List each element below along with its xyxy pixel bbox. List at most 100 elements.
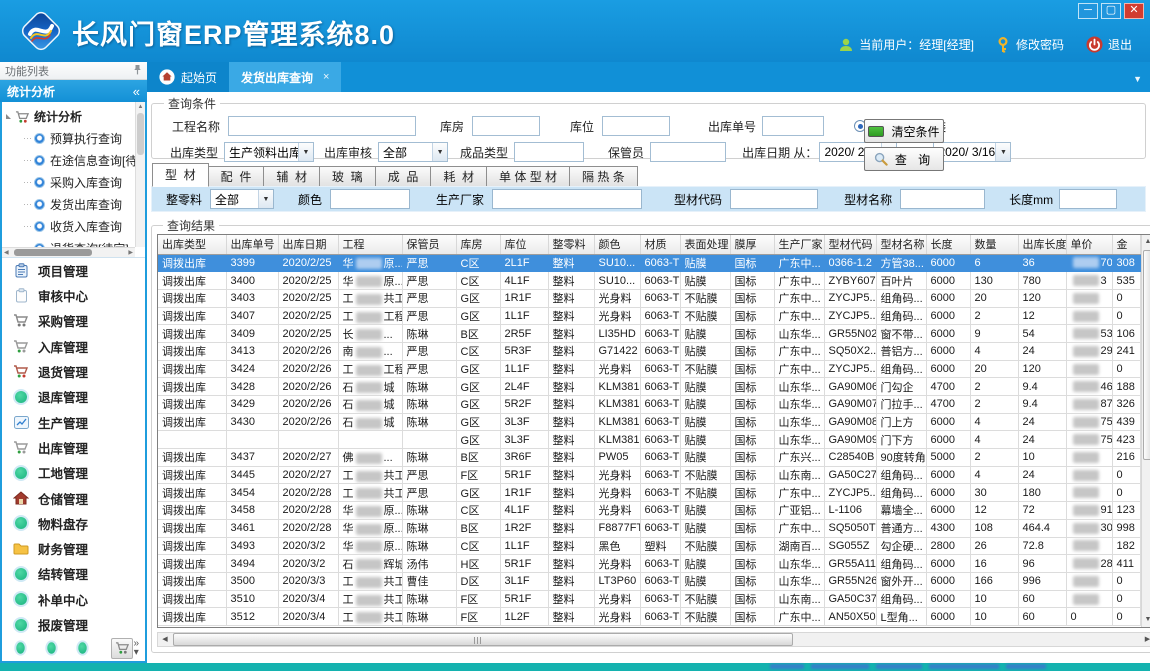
cart-quick-button[interactable] — [111, 638, 134, 659]
column-header[interactable]: 出库长度 — [1018, 235, 1066, 254]
column-header[interactable]: 颜色 — [594, 235, 640, 254]
logout[interactable]: 退出 — [1086, 36, 1132, 53]
whole-part-combo[interactable]: 全部 ▼ — [210, 189, 274, 209]
tree-item[interactable]: 发货出库查询 — [2, 193, 135, 215]
sidebar-item-报废管理[interactable]: 报废管理 — [2, 612, 145, 637]
scroll-right-icon[interactable]: ▶ — [1141, 633, 1150, 646]
column-header[interactable]: 保管员 — [402, 235, 456, 254]
table-row[interactable]: 调拨出库34302020/2/26石城陈琳G区3L3F整料KLM38176063… — [158, 413, 1140, 431]
table-row[interactable]: 调拨出库35122020/3/4工共工程陈琳F区1L2F整料光身料6063-T5… — [158, 608, 1140, 626]
column-header[interactable]: 出库日期 — [278, 235, 338, 254]
change-password[interactable]: 修改密码 — [996, 36, 1064, 53]
scroll-up-icon[interactable]: ▲ — [136, 102, 145, 112]
maximize-button[interactable]: ▢ — [1101, 3, 1121, 19]
scroll-down-icon[interactable]: ▼ — [1142, 613, 1150, 627]
material-tab-4[interactable]: 玻 璃 — [320, 166, 376, 187]
project-name-input[interactable] — [228, 116, 416, 136]
material-tab-1[interactable]: 型 材 — [152, 163, 209, 187]
column-header[interactable]: 长度 — [926, 235, 970, 254]
column-header[interactable]: 型材名称 — [876, 235, 926, 254]
tree-horizontal-scrollbar[interactable]: ◀ ▶ — [2, 247, 135, 257]
material-tab-5[interactable]: 成 品 — [376, 166, 432, 187]
table-row[interactable]: 调拨出库34452020/2/27工共工程严思F区5R1F整料光身料6063-T… — [158, 466, 1140, 484]
sidebar-item-出库管理[interactable]: 出库管理 — [2, 435, 145, 460]
grid-vscroll-thumb[interactable] — [1143, 250, 1150, 460]
column-header[interactable]: 出库类型 — [158, 235, 226, 254]
sidebar-item-工地管理[interactable]: 工地管理 — [2, 460, 145, 485]
tree-expand-icon[interactable] — [6, 114, 11, 119]
tree-vertical-scrollbar[interactable]: ▲ — [135, 102, 145, 247]
tree-item[interactable]: 预算执行查询 — [2, 127, 135, 149]
table-row[interactable]: 调拨出库34582020/2/28华原...陈琳C区4L1F整料光身料6063-… — [158, 502, 1140, 520]
table-row[interactable]: G区3L3F整料KLM38176063-T5贴膜国标山东华...GA90M09.… — [158, 431, 1140, 449]
tree-item[interactable]: 收货入库查询 — [2, 215, 135, 237]
combo-arrow-icon[interactable]: ▼ — [298, 143, 313, 161]
outbound-type-combo[interactable]: 生产领料出库 ▼ — [224, 142, 314, 162]
table-row[interactable]: 调拨出库34072020/2/25工工程严思G区1L1F整料光身料6063-T5… — [158, 307, 1140, 325]
grid-hscroll-thumb[interactable] — [173, 633, 793, 646]
tree-item[interactable]: 退货查询[待定] — [2, 237, 135, 247]
pin-icon[interactable] — [133, 64, 142, 78]
clear-conditions-button[interactable]: 清空条件 — [864, 119, 944, 143]
column-header[interactable]: 生产厂家 — [774, 235, 824, 254]
scroll-right-icon[interactable]: ▶ — [128, 248, 133, 258]
table-row[interactable]: 调拨出库34132020/2/26南...严思C区5R3F整料G71422606… — [158, 342, 1140, 360]
combo-arrow-icon[interactable]: ▼ — [432, 143, 447, 161]
column-header[interactable]: 库位 — [500, 235, 548, 254]
material-tab-2[interactable]: 配 件 — [209, 166, 265, 187]
sidebar-item-采购管理[interactable]: 采购管理 — [2, 308, 145, 333]
table-row[interactable]: 调拨出库34612020/2/28华原...陈琳B区1R2F整料F8877FT6… — [158, 519, 1140, 537]
sidebar-item-入库管理[interactable]: 入库管理 — [2, 334, 145, 359]
audit-combo[interactable]: 全部 ▼ — [378, 142, 448, 162]
scroll-left-icon[interactable]: ◀ — [4, 248, 9, 258]
sidebar-section-header[interactable]: 统计分析 « — [0, 80, 147, 102]
tab-active[interactable]: 发货出库查询 × — [229, 62, 341, 92]
grid-horizontal-scrollbar[interactable]: ◀ ▶ — [157, 632, 1150, 647]
table-row[interactable]: 调拨出库35102020/3/4工共工程陈琳F区5R1F整料光身料6063-T5… — [158, 590, 1140, 608]
table-row[interactable]: 调拨出库34932020/3/2华原...陈琳C区1L1F整料黑色塑料不贴膜国标… — [158, 537, 1140, 555]
table-row[interactable]: 调拨出库34372020/2/27佛...陈琳B区3R6F整料PW056063-… — [158, 449, 1140, 467]
sidebar-item-财务管理[interactable]: 财务管理 — [2, 536, 145, 561]
quick-dot-icon[interactable] — [16, 642, 24, 653]
tab-list-dropdown-icon[interactable]: ▼ — [1133, 74, 1142, 84]
tree-root[interactable]: 统计分析 — [2, 106, 135, 127]
tab-home[interactable]: 起始页 — [147, 62, 229, 92]
column-header[interactable]: 单价 — [1066, 235, 1112, 254]
minimize-button[interactable]: ─ — [1078, 3, 1098, 19]
table-row[interactable]: 调拨出库34242020/2/26工工程严思G区1L1F整料光身料6063-T5… — [158, 360, 1140, 378]
sidebar-item-物料盘存[interactable]: 物料盘存 — [2, 511, 145, 536]
column-header[interactable]: 型材代码 — [824, 235, 876, 254]
sidebar-item-补单中心[interactable]: 补单中心 — [2, 587, 145, 612]
column-header[interactable]: 整零料 — [548, 235, 594, 254]
scroll-left-icon[interactable]: ◀ — [158, 633, 172, 646]
column-header[interactable]: 工程 — [338, 235, 402, 254]
column-header[interactable]: 金 — [1112, 235, 1140, 254]
tree-item[interactable]: 在途信息查询[待定] — [2, 149, 135, 171]
sidebar-item-退库管理[interactable]: 退库管理 — [2, 384, 145, 409]
warehouse-input[interactable] — [472, 116, 540, 136]
sidebar-item-审核中心[interactable]: 审核中心 — [2, 283, 145, 308]
profile-code-input[interactable] — [730, 189, 818, 209]
table-row[interactable]: 调拨出库34032020/2/25工共工程严思G区1R1F整料光身料6063-T… — [158, 289, 1140, 307]
column-header[interactable]: 出库单号 — [226, 235, 278, 254]
collapse-icon[interactable]: « — [133, 84, 140, 99]
table-row[interactable]: 调拨出库33992020/2/25华原...严思C区2L1F整料SU10...6… — [158, 254, 1140, 272]
column-header[interactable]: 材质 — [640, 235, 680, 254]
tab-close-icon[interactable]: × — [323, 71, 329, 83]
table-row[interactable]: 调拨出库34282020/2/26石城陈琳G区2L4F整料KLM38176063… — [158, 378, 1140, 396]
column-header[interactable]: 数量 — [970, 235, 1018, 254]
table-row[interactable]: 调拨出库34002020/2/25华原...严思C区4L1F整料SU10...6… — [158, 272, 1140, 290]
column-header[interactable]: 表面处理 — [680, 235, 730, 254]
grid-vertical-scrollbar[interactable]: ▲ ▼ — [1141, 235, 1150, 627]
tree-hscroll-thumb[interactable] — [14, 249, 92, 256]
close-button[interactable]: ✕ — [1124, 3, 1144, 19]
factory-input[interactable] — [492, 189, 642, 209]
table-row[interactable]: 调拨出库35002020/3/3工共工程曹佳D区3L1F整料LT3P606063… — [158, 572, 1140, 590]
column-header[interactable]: 库房 — [456, 235, 500, 254]
length-input[interactable] — [1059, 189, 1117, 209]
sidebar-item-项目管理[interactable]: 项目管理 — [2, 258, 145, 283]
more-buttons-chevron[interactable]: »▾ — [133, 639, 139, 657]
location-input[interactable] — [602, 116, 670, 136]
material-tab-6[interactable]: 耗 材 — [431, 166, 487, 187]
table-row[interactable]: 调拨出库34292020/2/26石城陈琳G区5R2F整料KLM38176063… — [158, 396, 1140, 414]
